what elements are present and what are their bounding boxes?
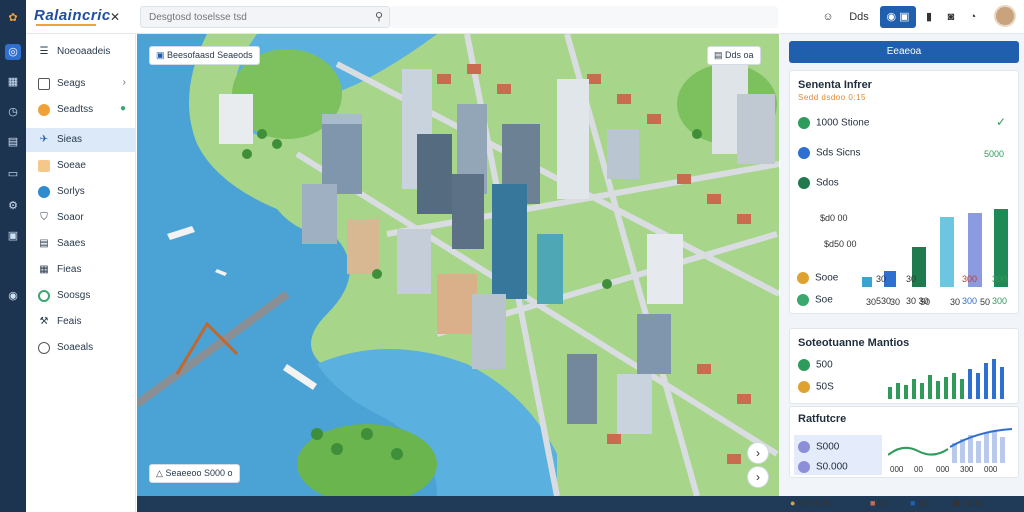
logo-underline [36,24,96,26]
list-icon: ☰ [39,46,49,57]
map-title-label[interactable]: ▣ Beesofaasd Seaeods [149,46,260,65]
sun-icon: ● [790,498,796,508]
map-top-right-label[interactable]: ▤ Dds oa [707,46,761,65]
mini-bar-chart [888,359,1004,399]
city-map[interactable]: ▣ Beesofaasd Seaeods ▤ Dds oa △ Seaeeoo … [137,34,779,496]
tag-icon [38,160,50,172]
circle-icon [38,104,50,116]
sidebar-item-4[interactable]: Sorlys [26,180,136,204]
search-extension [390,6,778,28]
plane-icon: ✈ [39,134,49,145]
sidebar-item-5[interactable]: ⛉ Soaor [26,206,136,230]
status-icon [798,359,810,371]
toolbar-text-button[interactable]: Dds [846,6,872,28]
map-bottom-label[interactable]: △ Seaeeoo S000 o [149,464,240,483]
layers-icon: ▤ [714,50,723,60]
status-icon [797,294,809,306]
doc-icon: ▤ [39,238,49,249]
status-icon [798,461,810,473]
sidebar-item-0[interactable]: Seags › [26,72,136,96]
settings-icon[interactable]: ⚙ [5,198,21,214]
info-row-1[interactable]: Sds Sicns [798,147,860,159]
app-logo[interactable]: Ralaincric [34,7,111,24]
zoom-out-button[interactable]: › [747,466,769,488]
map-pin-icon: ▣ [156,50,165,60]
doc-icon: ■ [910,498,916,508]
footer-item-0[interactable]: ● 000 000 [790,498,831,508]
circle-icon [38,186,50,198]
location-icon[interactable]: ◎ [5,44,21,60]
flower-icon[interactable]: ✿ [5,10,21,26]
sidebar: ☰ Noeoaadeis Seags › Seadtss ● ✈ Sieas S… [26,34,136,512]
active-toolbar-button[interactable]: ◉ ▣ [880,6,916,28]
forecast-chart [888,428,1013,463]
expand-icon[interactable]: ✕ [110,10,120,24]
map-canvas [137,34,779,496]
search-icon[interactable]: ⚲ [375,10,383,23]
top-bar: Ralaincric ✕ ⚲ ☺ Dds ◉ ▣ ▮ ◙ ◔ [26,0,1024,34]
circle-outline-icon [38,342,50,354]
chevron-right-icon: › [122,77,126,88]
status-bar [137,496,1024,512]
forecast-row-0[interactable]: S000 [798,441,839,453]
metrics-card: Soteotuanne Mantios 500 50S [789,328,1019,404]
status-icon [798,117,810,129]
metric-row-1[interactable]: Soe [797,294,833,306]
box-icon: ■ [870,498,876,508]
image-icon[interactable]: ▣ [5,228,21,244]
sidebar-item-8[interactable]: Soosgs [26,284,136,308]
forecast-row-1[interactable]: S0.000 [798,461,848,473]
metrics-row-0[interactable]: 500 [798,359,833,371]
circle-icon [38,290,50,302]
sidebar-item-9[interactable]: ⚒ Feais [26,310,136,334]
sidebar-item-10[interactable]: Soaeals [26,336,136,360]
save-icon[interactable]: ▮ [922,6,936,28]
search-box[interactable]: ⚲ [140,6,390,28]
play-icon: ● [119,103,126,114]
avatar[interactable] [994,5,1016,27]
clock-icon[interactable]: ◷ [5,104,21,120]
zoom-in-button[interactable]: › [747,442,769,464]
app-rail: ✿ ◎ ▦ ◷ ▤ ▭ ⚙ ▣ ◉ [0,0,26,512]
tools-icon: ⚒ [39,316,49,327]
history-icon[interactable]: ◔ [966,6,980,28]
footer-item-1[interactable]: ■ 00 [870,498,888,508]
check-icon: ✓ [996,115,1007,129]
info-row-0[interactable]: 1000 Stione [798,117,869,129]
sidebar-item-6[interactable]: ▤ Saaes [26,232,136,256]
warning-icon: △ [156,468,163,478]
status-icon [798,381,810,393]
status-icon [798,177,810,189]
sidebar-item-3[interactable]: Soeae [26,154,136,178]
emoji-icon[interactable]: ☺ [820,6,836,28]
right-panel: Eeaeoa Senenta Infrer Sedd dsdoo 0:15 10… [780,34,1024,508]
box-icon [38,78,50,90]
status-icon [797,272,809,284]
status-icon [798,147,810,159]
footer-item-2[interactable]: ■ 00 [910,498,928,508]
eye-icon[interactable]: ◉ [5,288,21,304]
primary-action-button[interactable]: Eeaeoa [789,41,1019,63]
sidebar-item-1[interactable]: Seadtss ● [26,98,136,122]
shield-icon: ⛉ [40,212,48,223]
sidebar-item-7[interactable]: ▦ Fieas [26,258,136,282]
metrics-row-1[interactable]: 50S [798,381,834,393]
chart-icon: ▦ [39,264,49,275]
sidebar-header: ☰ Noeoaadeis [39,46,111,57]
sidebar-item-2[interactable]: ✈ Sieas [26,128,136,152]
info-row-2[interactable]: Sdos [798,177,839,189]
search-input[interactable] [141,7,361,27]
camera-icon[interactable]: ◙ [944,6,958,28]
grid-icon[interactable]: ▦ [5,74,21,90]
footer-item-3[interactable]: ☗ 0000 [952,498,983,509]
status-icon [798,441,810,453]
file-icon[interactable]: ▭ [5,166,21,182]
users-icon: ☗ [952,498,961,508]
layers-icon[interactable]: ▤ [5,134,21,150]
forecast-card: Ratfutcre S000 S0.000 000 00 000 300 000 [789,406,1019,478]
metric-row-0[interactable]: Sooe [797,272,838,284]
